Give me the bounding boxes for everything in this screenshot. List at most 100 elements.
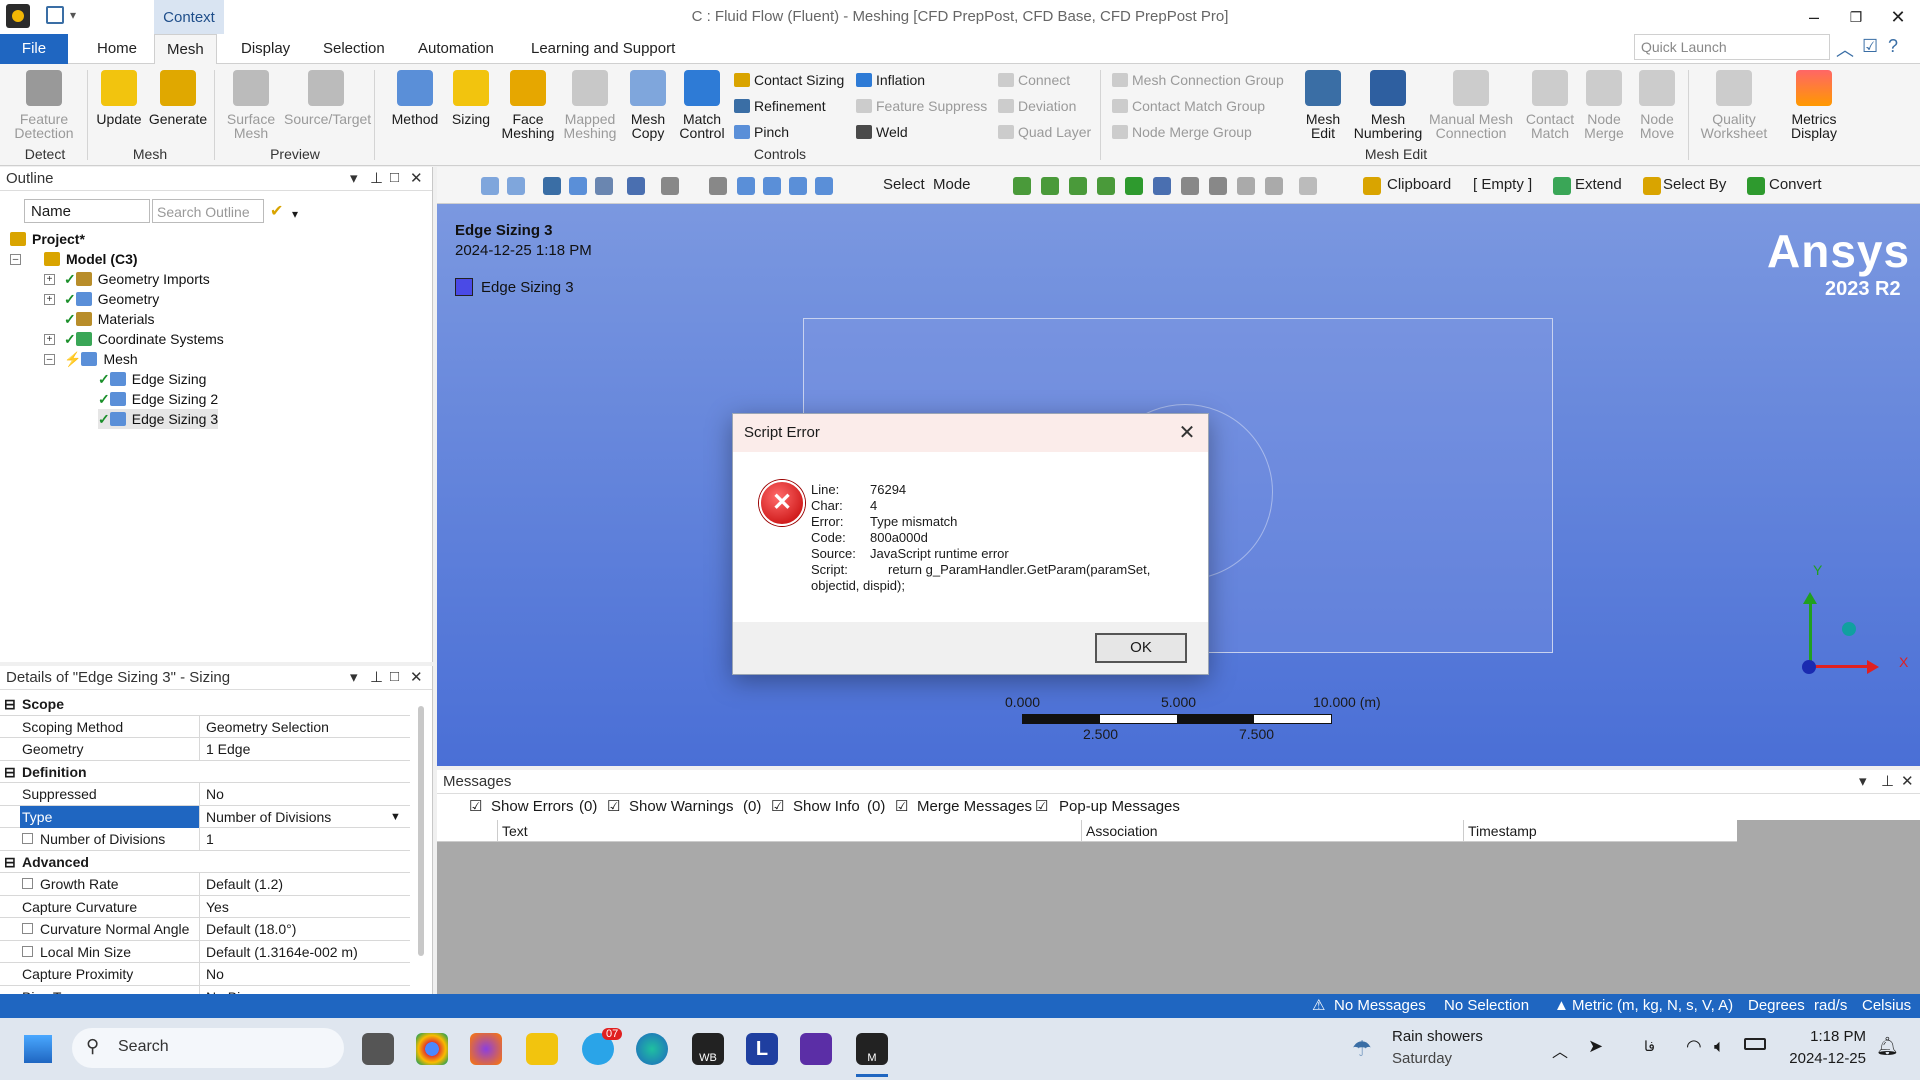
source-target-button[interactable]: Source/Target bbox=[284, 70, 371, 126]
status-messages[interactable]: No Messages bbox=[1334, 994, 1426, 1018]
manual-mesh-connection-button[interactable]: Manual Mesh Connection bbox=[1428, 70, 1514, 140]
tab-learning-and-support[interactable]: Learning and Support bbox=[519, 34, 687, 64]
task-view-icon[interactable] bbox=[362, 1033, 394, 1065]
file-explorer-icon[interactable] bbox=[526, 1033, 558, 1065]
restore-icon[interactable]: ❐ bbox=[1836, 4, 1876, 30]
dropdown-icon[interactable]: ▾ bbox=[1859, 772, 1867, 790]
mesh-copy-button[interactable]: Mesh Copy bbox=[622, 70, 674, 140]
details-row[interactable]: Geometry 1 Edge bbox=[0, 738, 410, 761]
notification-bell-icon[interactable]: 🔔︎ bbox=[1876, 1036, 1899, 1057]
clock-date[interactable]: 2024-12-25 bbox=[1782, 1050, 1866, 1067]
quick-launch-input[interactable]: Quick Launch bbox=[1634, 34, 1830, 60]
zoom-to-fit-icon[interactable] bbox=[789, 177, 807, 195]
dropdown-icon[interactable]: ▼ bbox=[390, 806, 401, 828]
mesh-numbering-button[interactable]: Mesh Numbering bbox=[1352, 70, 1424, 140]
clipboard-icon[interactable] bbox=[1363, 177, 1381, 195]
tab-file[interactable]: File bbox=[0, 34, 68, 64]
tree-item-edge-sizing[interactable]: ✓ Edge Sizing bbox=[98, 369, 206, 389]
merge-messages-label[interactable]: Merge Messages bbox=[917, 794, 1032, 820]
chrome-icon[interactable] bbox=[416, 1033, 448, 1065]
name-filter-select[interactable]: Name bbox=[24, 199, 150, 223]
collapse-icon[interactable]: – bbox=[44, 354, 55, 365]
status-angle[interactable]: Degrees bbox=[1748, 994, 1805, 1018]
details-row[interactable]: Number of Divisions 1 bbox=[0, 828, 410, 851]
close-icon[interactable]: ✕ bbox=[410, 169, 423, 187]
weather-label[interactable]: Rain showers bbox=[1392, 1028, 1483, 1045]
details-row[interactable]: Suppressed No bbox=[0, 783, 410, 806]
ruler-icon[interactable] bbox=[1299, 177, 1317, 195]
match-control-button[interactable]: Match Control bbox=[676, 70, 728, 140]
type-select[interactable]: Number of Divisions bbox=[204, 806, 410, 828]
feature-suppress-button[interactable]: Feature Suppress bbox=[856, 95, 987, 117]
update-button[interactable]: Update bbox=[92, 70, 146, 126]
location-icon[interactable]: ➤ bbox=[1588, 1036, 1603, 1057]
show-info-label[interactable]: Show Info bbox=[793, 794, 860, 820]
chevron-up-icon[interactable]: ︿ bbox=[1552, 1038, 1568, 1062]
rotate-icon[interactable] bbox=[661, 177, 679, 195]
pin-icon[interactable]: ⊥ bbox=[1881, 772, 1894, 790]
contact-match-button[interactable]: Contact Match bbox=[1520, 70, 1580, 140]
select-node-icon[interactable] bbox=[1181, 177, 1199, 195]
surface-mesh-button[interactable]: Surface Mesh bbox=[220, 70, 282, 140]
status-temperature[interactable]: Celsius bbox=[1862, 994, 1911, 1018]
tab-selection[interactable]: Selection bbox=[311, 34, 397, 64]
weld-button[interactable]: Weld bbox=[856, 121, 908, 143]
mesh-connection-group-button[interactable]: Mesh Connection Group bbox=[1112, 69, 1284, 91]
feedback-icon[interactable]: ☑ bbox=[1862, 36, 1878, 57]
mesh-edit-button[interactable]: Mesh Edit bbox=[1296, 70, 1350, 140]
maximize-icon[interactable]: □ bbox=[390, 169, 399, 186]
details-row[interactable]: Capture Curvature Yes bbox=[0, 895, 410, 918]
show-warnings-label[interactable]: Show Warnings bbox=[629, 794, 734, 820]
magnifier-icon[interactable] bbox=[815, 177, 833, 195]
launcher-icon[interactable]: L bbox=[746, 1033, 778, 1065]
refinement-button[interactable]: Refinement bbox=[734, 95, 826, 117]
select-point-icon[interactable] bbox=[1013, 177, 1031, 195]
details-row[interactable]: Scoping Method Geometry Selection bbox=[0, 715, 410, 738]
box-zoom-icon[interactable] bbox=[763, 177, 781, 195]
app-icon[interactable] bbox=[6, 4, 30, 28]
search-outline-input[interactable]: Search Outline bbox=[152, 199, 264, 223]
details-scrollbar[interactable] bbox=[418, 706, 424, 956]
details-row[interactable]: Curvature Normal Angle Default (18.0°) bbox=[0, 918, 410, 941]
node-merge-group-button[interactable]: Node Merge Group bbox=[1112, 121, 1252, 143]
show-errors-label[interactable]: Show Errors bbox=[491, 794, 574, 820]
collapse-icon[interactable]: ⊟ bbox=[4, 851, 16, 873]
select-button[interactable]: Select bbox=[883, 176, 925, 193]
column-header-text[interactable]: Text bbox=[497, 820, 1017, 842]
metrics-display-button[interactable]: Metrics Display bbox=[1776, 70, 1852, 140]
expand-icon[interactable]: + bbox=[44, 334, 55, 345]
workbench-icon[interactable]: WB bbox=[692, 1033, 724, 1065]
checkbox-icon[interactable]: ☑ bbox=[1035, 794, 1048, 820]
taskbar-search[interactable]: ⚲ Search bbox=[72, 1028, 344, 1068]
expand-icon[interactable]: + bbox=[44, 274, 55, 285]
select-edge-icon[interactable] bbox=[1069, 177, 1087, 195]
mesh-element-icon[interactable] bbox=[1209, 177, 1227, 195]
details-row[interactable]: Growth Rate Default (1.2) bbox=[0, 873, 410, 896]
help-icon[interactable]: ? bbox=[1888, 36, 1898, 57]
windows-start-icon[interactable] bbox=[24, 1035, 52, 1063]
column-header-timestamp[interactable]: Timestamp bbox=[1463, 820, 1735, 842]
isometric-view-sphere[interactable] bbox=[1842, 622, 1856, 636]
volume-icon[interactable]: 🔈︎ bbox=[1714, 1036, 1725, 1057]
tree-item-geometry-imports[interactable]: ✓ Geometry Imports bbox=[64, 269, 210, 289]
clock-time[interactable]: 1:18 PM bbox=[1782, 1028, 1866, 1045]
tree-item-mesh[interactable]: ⚡ Mesh bbox=[64, 349, 138, 369]
dropdown-icon[interactable]: ▾ bbox=[350, 169, 358, 187]
chevron-up-icon[interactable]: ▲ bbox=[1554, 994, 1569, 1018]
pin-icon[interactable]: ⊥ bbox=[370, 169, 383, 187]
generate-button[interactable]: Generate bbox=[148, 70, 208, 126]
select-body-icon[interactable] bbox=[1125, 177, 1143, 195]
firefox-icon[interactable] bbox=[470, 1033, 502, 1065]
context-tab[interactable]: Context bbox=[154, 0, 224, 34]
maximize-icon[interactable]: □ bbox=[390, 668, 399, 685]
dropdown-icon[interactable]: ▾ bbox=[350, 668, 358, 686]
checkbox-icon[interactable]: ☑ bbox=[607, 794, 620, 820]
tree-item-edge-sizing-3[interactable]: ✓ Edge Sizing 3 bbox=[98, 409, 219, 429]
status-units[interactable]: Metric (m, kg, N, s, V, A) bbox=[1572, 994, 1733, 1018]
filter-dropdown-icon[interactable]: ▾ bbox=[292, 207, 298, 221]
collapse-icon[interactable]: ⊟ bbox=[4, 761, 16, 783]
language-icon[interactable]: فا bbox=[1644, 1038, 1655, 1055]
tree-item-model[interactable]: Model (C3) bbox=[44, 249, 138, 269]
dialog-close-icon[interactable]: ✕ bbox=[1174, 420, 1200, 446]
look-at-icon[interactable] bbox=[627, 177, 645, 195]
